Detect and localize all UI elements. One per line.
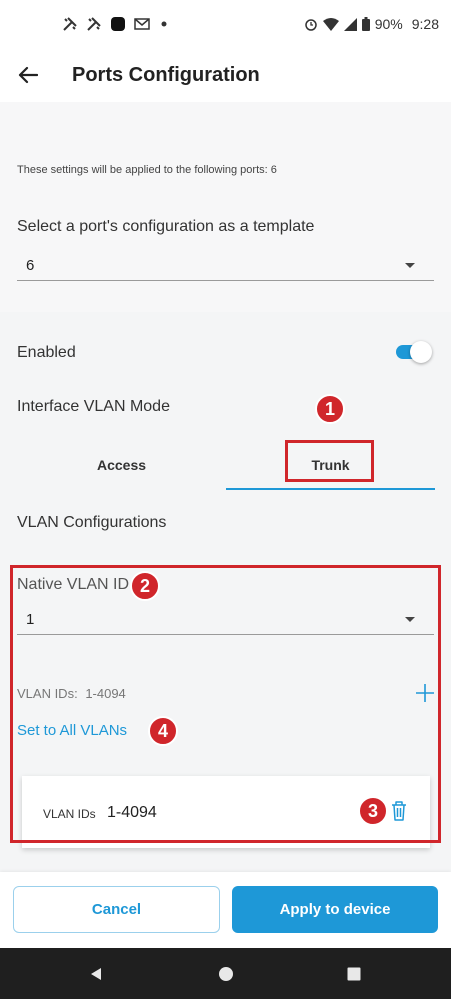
app-bar: Ports Configuration [0, 48, 451, 102]
status-left-icons [62, 16, 168, 32]
alarm-icon [304, 19, 317, 31]
template-select-value: 6 [26, 257, 35, 274]
status-bar: 90% 9:28 [0, 0, 451, 48]
system-nav-bar [0, 948, 451, 999]
dot-icon [161, 21, 167, 27]
enabled-toggle[interactable] [396, 341, 432, 363]
vlan-config-label: VLAN Configurations [17, 514, 167, 531]
wifi-icon [322, 17, 339, 31]
nav-recents-button[interactable] [324, 948, 384, 999]
tools-icon [87, 17, 101, 31]
tools-icon [63, 17, 77, 31]
arrow-left-icon [18, 66, 38, 84]
apply-button[interactable]: Apply to device [232, 886, 438, 933]
cancel-button[interactable]: Cancel [13, 886, 220, 933]
back-button[interactable] [0, 48, 56, 102]
battery-percent: 90% [374, 16, 403, 32]
tab-access[interactable]: Access [17, 440, 226, 490]
action-bar: Cancel Apply to device [0, 872, 451, 948]
square-recents-icon [347, 967, 361, 980]
mail-icon [134, 18, 150, 30]
ports-info-text: These settings will be applied to the fo… [17, 164, 277, 176]
nav-home-button[interactable] [196, 948, 256, 999]
status-time: 9:28 [411, 16, 439, 32]
caret-down-icon [405, 263, 415, 268]
annotation-badge-1: 1 [315, 394, 345, 424]
nav-back-button[interactable] [66, 948, 126, 999]
page-title: Ports Configuration [72, 63, 260, 86]
battery-icon [361, 17, 370, 31]
vlan-mode-label: Interface VLAN Mode [17, 398, 170, 415]
app-icon [111, 17, 125, 31]
template-label: Select a port's configuration as a templ… [17, 218, 315, 235]
template-select[interactable]: 6 [17, 251, 434, 281]
circle-home-icon [219, 966, 233, 981]
enabled-label: Enabled [17, 344, 76, 361]
signal-icon [343, 17, 357, 31]
triangle-back-icon [91, 967, 101, 980]
annotation-box-vlan-config [10, 565, 441, 843]
toggle-knob [410, 341, 432, 363]
status-right: 90% 9:28 [304, 16, 439, 32]
annotation-box-trunk [285, 440, 374, 482]
tab-underline [226, 488, 435, 490]
